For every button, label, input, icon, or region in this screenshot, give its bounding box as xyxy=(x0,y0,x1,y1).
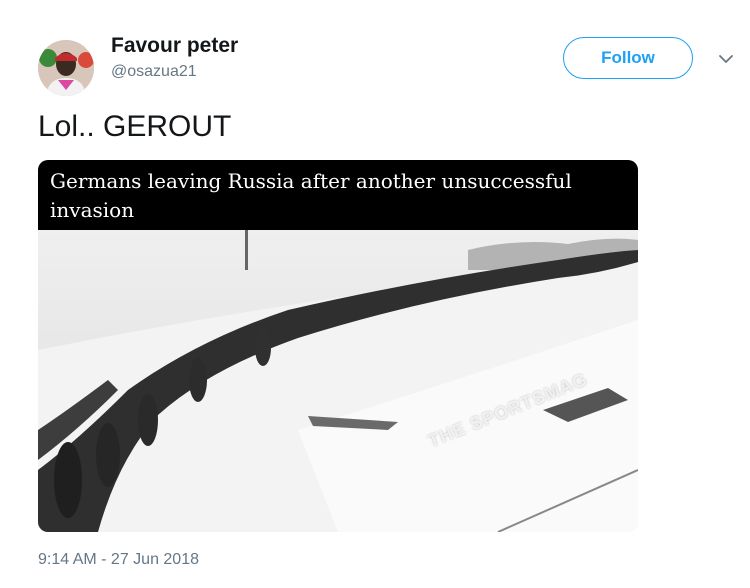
follow-button[interactable]: Follow xyxy=(563,37,693,79)
media-caption: Germans leaving Russia after another uns… xyxy=(38,160,638,251)
chevron-down-icon[interactable] xyxy=(716,49,736,69)
media-caption-line-1: Germans leaving Russia after another uns… xyxy=(50,169,572,222)
avatar[interactable] xyxy=(38,40,94,96)
author-name[interactable]: Favour peter xyxy=(111,34,238,58)
media-photo xyxy=(38,230,638,532)
author-handle[interactable]: @osazua21 xyxy=(111,63,197,81)
tweet-media[interactable]: Germans leaving Russia after another uns… xyxy=(38,160,638,532)
tweet-text: Lol.. GEROUT xyxy=(38,110,232,143)
avatar-photo xyxy=(38,40,94,96)
tweet-timestamp[interactable]: 9:14 AM - 27 Jun 2018 xyxy=(38,551,199,569)
